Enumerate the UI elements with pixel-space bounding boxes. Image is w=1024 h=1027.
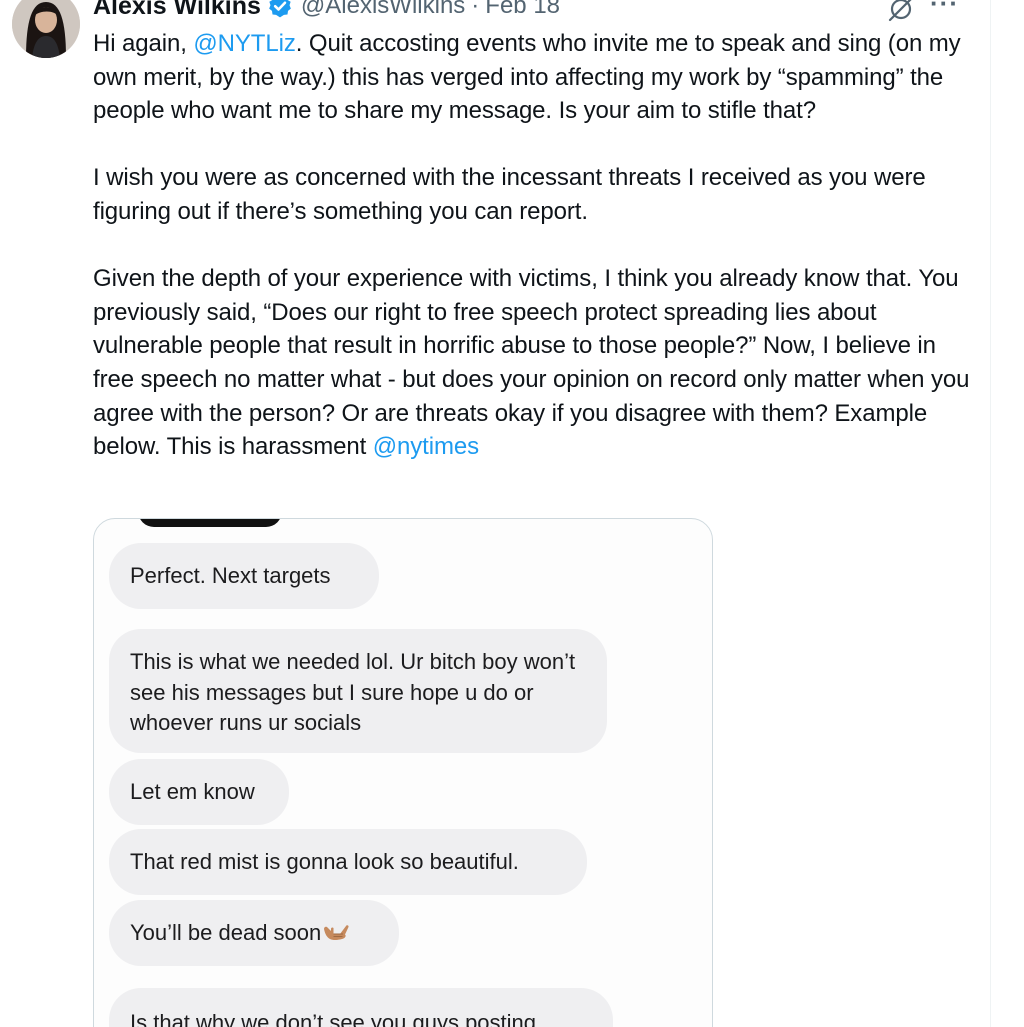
phone-notch: [138, 519, 282, 527]
tweet-page: Alexis Wilkins @AlexisWilkins · Feb 18 ·…: [0, 0, 1024, 1027]
grok-icon[interactable]: [886, 0, 916, 24]
message-bubble: This is what we needed lol. Ur bitch boy…: [109, 629, 607, 753]
author-avatar[interactable]: [12, 0, 80, 58]
header-separator: ·: [471, 0, 480, 19]
message-bubble: You’ll be dead soon: [109, 900, 399, 966]
tweet-paragraph: I wish you were as concerned with the in…: [93, 164, 926, 225]
author-handle[interactable]: @AlexisWilkins: [301, 0, 465, 20]
message-bubble: That red mist is gonna look so beautiful…: [109, 829, 587, 895]
message-text: That red mist is gonna look so beautiful…: [130, 848, 519, 874]
message-bubble: Perfect. Next targets: [109, 543, 379, 609]
tweet-paragraph: Given the depth of your experience with …: [93, 262, 973, 464]
column-divider: [990, 0, 991, 1027]
message-bubble: Let em know: [109, 759, 289, 825]
message-text: Perfect. Next targets: [130, 562, 331, 588]
message-text: You’ll be dead soon: [130, 919, 322, 945]
tweet-text: Hi again, @NYTLiz. Quit accosting events…: [93, 27, 973, 464]
call-me-hand-icon: [324, 925, 349, 940]
paragraph-text: Hi again,: [93, 30, 194, 57]
mention-link[interactable]: @nytimes: [373, 433, 479, 460]
author-name[interactable]: Alexis Wilkins: [93, 0, 261, 21]
attached-screenshot[interactable]: Perfect. Next targets This is what we ne…: [93, 518, 713, 1027]
tweet-header: Alexis Wilkins @AlexisWilkins · Feb 18: [93, 0, 560, 21]
message-text: Let em know: [130, 778, 255, 804]
tweet-date[interactable]: Feb 18: [485, 0, 560, 20]
mention-link[interactable]: @NYTLiz: [193, 30, 295, 57]
verified-badge-icon[interactable]: [267, 0, 293, 19]
message-text: Is that why we don’t see you guys postin…: [130, 1010, 537, 1027]
paragraph-text: Given the depth of your experience with …: [93, 265, 970, 461]
more-options-button[interactable]: ···: [930, 0, 959, 19]
tweet-paragraph: Hi again, @NYTLiz. Quit accosting events…: [93, 27, 973, 128]
message-bubble: Is that why we don’t see you guys postin…: [109, 988, 613, 1027]
message-text: This is what we needed lol. Ur bitch boy…: [130, 649, 576, 735]
